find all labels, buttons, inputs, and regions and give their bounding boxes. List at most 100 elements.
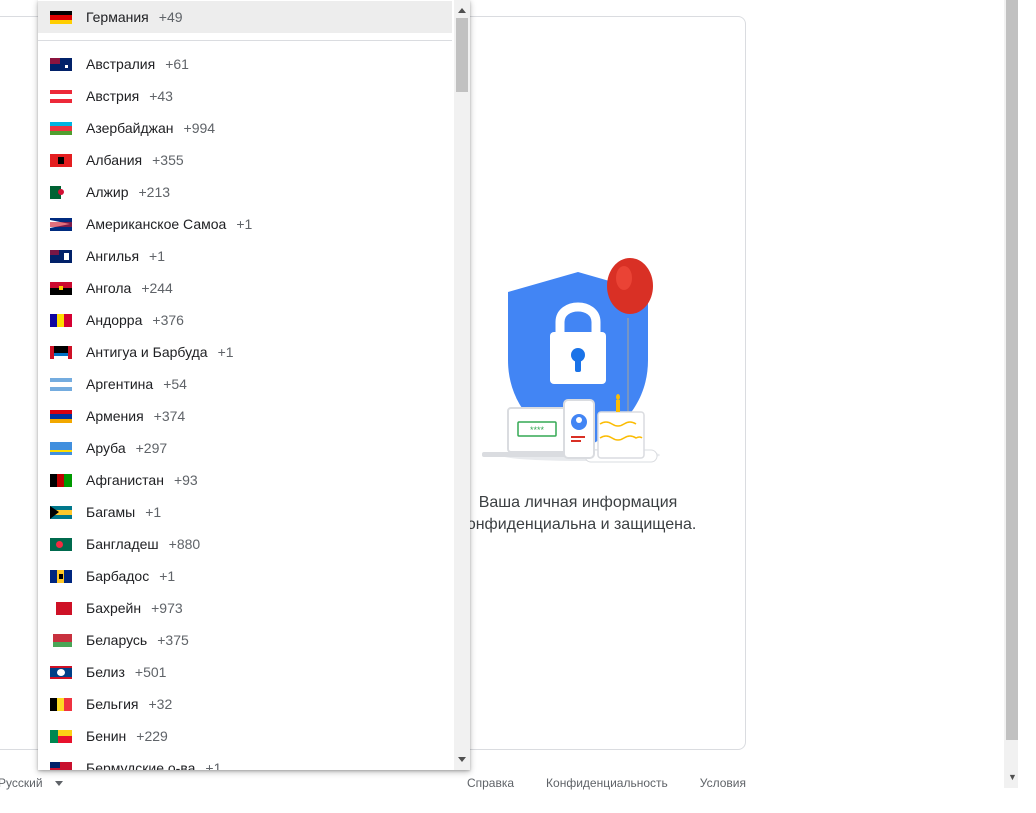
- country-name: Афганистан: [86, 472, 164, 488]
- country-option[interactable]: Американское Самоа +1: [38, 208, 452, 240]
- country-code: +1: [205, 760, 222, 770]
- country-option[interactable]: Беларусь +375: [38, 624, 452, 656]
- privacy-caption: Ваша личная информация конфиденциальна и…: [459, 494, 697, 533]
- flag-afghanistan-icon: [50, 473, 72, 487]
- country-code: +376: [152, 312, 184, 328]
- country-code: +1: [145, 504, 162, 520]
- scroll-down-arrow-icon[interactable]: ▼: [1008, 772, 1017, 782]
- country-code: +229: [136, 728, 168, 744]
- flag-benin-icon: [50, 729, 72, 743]
- country-option[interactable]: Аруба +297: [38, 432, 452, 464]
- country-name: Австралия: [86, 56, 156, 72]
- country-name: Андорра: [86, 312, 143, 328]
- caret-down-icon: [54, 780, 63, 786]
- language-label: Русский: [0, 776, 43, 790]
- country-code: +61: [165, 56, 189, 72]
- country-code: +375: [157, 632, 189, 648]
- country-option[interactable]: Бангладеш +880: [38, 528, 452, 560]
- country-name: Аргентина: [86, 376, 154, 392]
- country-name: Армения: [86, 408, 144, 424]
- page-scrollbar-thumb[interactable]: [1006, 0, 1018, 740]
- country-name: Бельгия: [86, 696, 139, 712]
- country-option[interactable]: Афганистан +93: [38, 464, 452, 496]
- flag-albania-icon: [50, 153, 72, 167]
- country-option[interactable]: Бахрейн +973: [38, 592, 452, 624]
- privacy-link[interactable]: Конфиденциальность: [546, 776, 668, 790]
- country-option[interactable]: Барбадос +1: [38, 560, 452, 592]
- country-name: Бенин: [86, 728, 127, 744]
- help-link[interactable]: Справка: [467, 776, 514, 790]
- country-name: Багамы: [86, 504, 136, 520]
- country-name: Бермудские о-ва: [86, 760, 196, 770]
- country-option[interactable]: Австрия +43: [38, 80, 452, 112]
- flag-bahrain-icon: [50, 601, 72, 615]
- flag-angola-icon: [50, 281, 72, 295]
- country-code: +93: [173, 472, 198, 488]
- security-illustration: ****: [482, 258, 660, 463]
- country-name: Антигуа и Барбуда: [86, 344, 208, 360]
- flag-argentina-icon: [50, 377, 72, 391]
- language-selector[interactable]: Русский: [0, 776, 63, 790]
- country-option[interactable]: Антигуа и Барбуда +1: [38, 336, 452, 368]
- country-code: +994: [183, 120, 216, 136]
- country-code: +32: [148, 696, 173, 712]
- country-option[interactable]: Бенин +229: [38, 720, 452, 752]
- country-name: Американское Самоа: [86, 216, 227, 232]
- flag-germany-icon: [50, 10, 72, 24]
- country-option[interactable]: Ангилья +1: [38, 240, 452, 272]
- red-balloon-shape: [607, 258, 653, 314]
- country-code: +880: [168, 536, 201, 552]
- flag-antigua-icon: [50, 345, 72, 359]
- flag-algeria-icon: [50, 185, 72, 199]
- country-code-dropdown[interactable]: Германия +49 Австралия +61 Австрия +43 А…: [38, 0, 470, 770]
- flag-american-samoa-icon: [50, 217, 72, 231]
- country-option[interactable]: Австралия +61: [38, 48, 452, 80]
- country-option[interactable]: Андорра +376: [38, 304, 452, 336]
- country-name: Бангладеш: [86, 536, 159, 552]
- country-option[interactable]: Багамы +1: [38, 496, 452, 528]
- country-code: +501: [134, 664, 167, 680]
- country-option[interactable]: Белиз +501: [38, 656, 452, 688]
- country-code: +1: [159, 568, 176, 584]
- dropdown-scrollbar-thumb[interactable]: [456, 18, 468, 92]
- country-code: +1: [236, 216, 253, 232]
- password-mask: ****: [530, 425, 545, 435]
- country-name: Албания: [86, 152, 143, 168]
- dropdown-divider: [38, 40, 452, 41]
- country-code: +213: [138, 184, 171, 200]
- country-option[interactable]: Албания +355: [38, 144, 452, 176]
- flag-armenia-icon: [50, 409, 72, 423]
- country-code: +54: [163, 376, 187, 392]
- flag-bangladesh-icon: [50, 537, 72, 551]
- flag-aruba-icon: [50, 441, 72, 455]
- country-name: Белиз: [86, 664, 125, 680]
- flag-australia-icon: [50, 57, 72, 71]
- country-option[interactable]: Бельгия +32: [38, 688, 452, 720]
- country-option[interactable]: Аргентина +54: [38, 368, 452, 400]
- country-code: +1: [217, 344, 234, 360]
- flag-barbados-icon: [50, 569, 72, 583]
- country-code: +1: [149, 248, 166, 264]
- scroll-up-arrow-icon[interactable]: [458, 8, 466, 13]
- country-code: +297: [135, 440, 168, 456]
- country-option[interactable]: Армения +374: [38, 400, 452, 432]
- country-name: Ангилья: [86, 248, 140, 264]
- flag-andorra-icon: [50, 313, 72, 327]
- country-name: Бахрейн: [86, 600, 142, 616]
- country-name: Германия: [86, 9, 149, 25]
- country-name: Австрия: [86, 88, 140, 104]
- country-option[interactable]: Бермудские о-ва +1: [38, 752, 452, 770]
- flag-bermuda-icon: [50, 761, 72, 770]
- country-option[interactable]: Азербайджан +994: [38, 112, 452, 144]
- dropdown-scrollbar[interactable]: [454, 0, 470, 770]
- scroll-down-arrow-icon[interactable]: [458, 757, 466, 762]
- country-option[interactable]: Ангола +244: [38, 272, 452, 304]
- terms-link[interactable]: Условия: [700, 776, 746, 790]
- flag-anguilla-icon: [50, 249, 72, 263]
- country-code: +973: [151, 600, 183, 616]
- country-name: Алжир: [86, 184, 129, 200]
- country-code: +49: [158, 9, 183, 25]
- country-option-selected[interactable]: Германия +49: [38, 1, 452, 33]
- country-option[interactable]: Алжир +213: [38, 176, 452, 208]
- flag-azerbaijan-icon: [50, 121, 72, 135]
